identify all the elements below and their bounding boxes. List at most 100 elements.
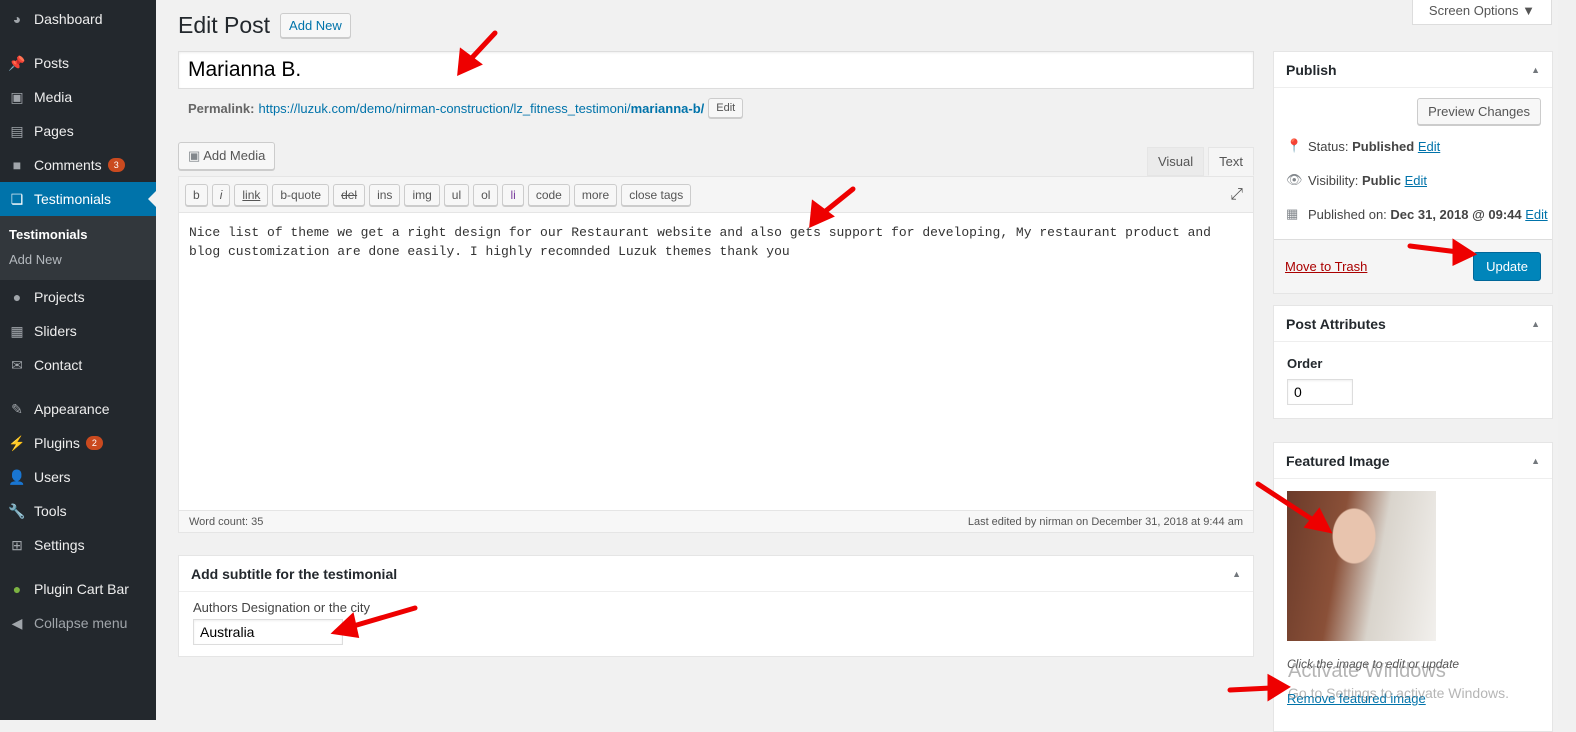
menu-appearance[interactable]: ✎ Appearance	[0, 392, 156, 426]
tab-visual[interactable]: Visual	[1146, 147, 1205, 176]
submenu-testimonials[interactable]: Testimonials	[0, 222, 156, 247]
testimonials-submenu: Testimonials Add New	[0, 216, 156, 280]
featured-hint: Click the image to edit or update	[1287, 657, 1460, 671]
collapse-arrow-icon[interactable]: ▲	[1531, 456, 1540, 466]
menu-pages[interactable]: ▤ Pages	[0, 114, 156, 148]
qt-more[interactable]: more	[573, 183, 618, 206]
admin-sidebar: ◕ Dashboard 📌 Posts ▣ Media ▤ Pages ■ Comment…	[0, 0, 156, 720]
permalink-link[interactable]: https://luzuk.com/demo/nirman-constructi…	[258, 101, 704, 116]
order-label: Order	[1287, 356, 1323, 371]
fullscreen-icon[interactable]: ⤢	[1230, 186, 1243, 204]
page-heading: Edit Post Add New	[178, 12, 351, 39]
collapse-arrow-icon[interactable]: ▲	[1232, 569, 1241, 579]
remove-featured-image-link[interactable]: Remove featured image	[1287, 691, 1552, 706]
add-media-button[interactable]: ▣ Add Media	[178, 142, 276, 170]
qt-li[interactable]: li	[502, 183, 524, 206]
qt-italic[interactable]: i	[211, 183, 231, 206]
qt-link[interactable]: link	[234, 183, 269, 206]
projects-icon: ●	[12, 289, 22, 305]
menu-users[interactable]: 👤 Users	[0, 460, 156, 494]
menu-posts[interactable]: 📌 Posts	[0, 46, 156, 80]
collapse-icon: ◀	[11, 614, 23, 631]
pin-icon: 📌	[8, 54, 26, 71]
qt-bquote[interactable]: b-quote	[272, 183, 330, 206]
qt-ol[interactable]: ol	[473, 183, 499, 206]
submenu-add-new[interactable]: Add New	[0, 247, 156, 272]
editor-tabs: Visual Text	[1143, 147, 1254, 176]
qt-del[interactable]: del	[333, 183, 366, 206]
text-editor: b i link b-quote del ins img ul ol li co…	[178, 176, 1254, 533]
attributes-header[interactable]: Post Attributes ▲	[1274, 306, 1552, 342]
last-edited: Last edited by nirman on December 31, 20…	[967, 515, 1243, 528]
featured-header[interactable]: Featured Image ▲	[1274, 443, 1552, 479]
media-icon: ▣	[10, 88, 24, 105]
editor-status-bar: Word count: 35 Last edited by nirman on …	[179, 510, 1253, 532]
pin-icon: 📍	[1286, 138, 1303, 153]
brush-icon: ✎	[11, 400, 23, 417]
subtitle-header[interactable]: Add subtitle for the testimonial ▲	[179, 556, 1253, 592]
menu-projects[interactable]: ● Projects	[0, 280, 156, 314]
mail-icon: ✉	[11, 356, 23, 373]
subtitle-metabox: Add subtitle for the testimonial ▲ Author…	[178, 555, 1254, 657]
preview-changes-button[interactable]: Preview Changes	[1417, 98, 1541, 125]
status-edit-link[interactable]: Edit	[1418, 139, 1440, 154]
add-new-button[interactable]: Add New	[280, 13, 351, 38]
publish-box: Publish ▲ Preview Changes 📍 Status: Publis…	[1273, 51, 1553, 294]
featured-image-box: Featured Image ▲ Click the image to edit …	[1273, 442, 1553, 732]
publish-header[interactable]: Publish ▲	[1274, 52, 1552, 88]
qt-close-tags[interactable]: close tags	[621, 183, 692, 206]
menu-sliders[interactable]: ▦ Sliders	[0, 314, 156, 348]
qt-ins[interactable]: ins	[369, 183, 401, 206]
post-attributes-box: Post Attributes ▲ Order	[1273, 305, 1553, 419]
calendar-icon: ▦	[1286, 206, 1299, 221]
menu-plugins[interactable]: ⚡ Plugins 2	[0, 426, 156, 460]
menu-settings[interactable]: ⊞ Settings	[0, 528, 156, 562]
comment-icon: ■	[12, 157, 22, 173]
qt-ul[interactable]: ul	[443, 183, 470, 206]
visibility-row: 👁 Visibility: Public Edit	[1286, 172, 1428, 188]
page-title: Edit Post	[178, 12, 271, 38]
quicktags-toolbar: b i link b-quote del ins img ul ol li co…	[179, 177, 1253, 213]
menu-testimonials[interactable]: ❏ Testimonials	[0, 182, 156, 216]
update-button[interactable]: Update	[1473, 252, 1541, 281]
status-row: 📍 Status: Published Edit	[1286, 138, 1441, 154]
qt-img[interactable]: img	[404, 183, 440, 206]
order-input[interactable]	[1287, 379, 1353, 405]
sliders-icon: ▦	[10, 322, 24, 339]
menu-plugin-cart-bar[interactable]: ● Plugin Cart Bar	[0, 572, 156, 606]
leaf-icon: ●	[12, 581, 22, 597]
plugins-badge: 2	[85, 436, 103, 450]
collapse-arrow-icon[interactable]: ▲	[1531, 65, 1540, 75]
testimonial-icon: ❏	[10, 190, 24, 207]
dashboard-icon: ◕	[12, 11, 22, 27]
pages-icon: ▤	[10, 122, 24, 139]
word-count: Word count: 35	[189, 515, 264, 528]
featured-image[interactable]	[1287, 491, 1436, 641]
date-edit-link[interactable]: Edit	[1525, 207, 1547, 222]
designation-input[interactable]	[193, 619, 343, 645]
qt-bold[interactable]: b	[185, 183, 208, 206]
permalink-edit-button[interactable]: Edit	[708, 98, 744, 118]
user-icon: 👤	[8, 468, 26, 485]
collapse-arrow-icon[interactable]: ▲	[1531, 319, 1540, 329]
comments-badge: 3	[107, 158, 125, 172]
menu-media[interactable]: ▣ Media	[0, 80, 156, 114]
menu-contact[interactable]: ✉ Contact	[0, 348, 156, 382]
collapse-menu[interactable]: ◀ Collapse menu	[0, 606, 156, 640]
menu-dashboard[interactable]: ◕ Dashboard	[0, 2, 156, 36]
published-row: ▦ Published on: Dec 31, 2018 @ 09:44 Edit	[1286, 206, 1548, 222]
visibility-edit-link[interactable]: Edit	[1405, 173, 1427, 188]
wrench-icon: 🔧	[8, 502, 26, 519]
media-icon: ▣	[188, 148, 204, 163]
eye-icon: 👁	[1286, 172, 1303, 187]
menu-tools[interactable]: 🔧 Tools	[0, 494, 156, 528]
post-title-input[interactable]	[178, 51, 1254, 89]
screen-options-button[interactable]: Screen Options ▼	[1411, 0, 1552, 25]
content-textarea[interactable]: Nice list of theme we get a right design…	[179, 213, 1253, 511]
scrollbar[interactable]	[1558, 0, 1576, 720]
tab-text[interactable]: Text	[1208, 147, 1254, 176]
menu-comments[interactable]: ■ Comments 3	[0, 148, 156, 182]
qt-code[interactable]: code	[527, 183, 570, 206]
move-to-trash-link[interactable]: Move to Trash	[1285, 259, 1367, 274]
settings-icon: ⊞	[11, 536, 23, 553]
